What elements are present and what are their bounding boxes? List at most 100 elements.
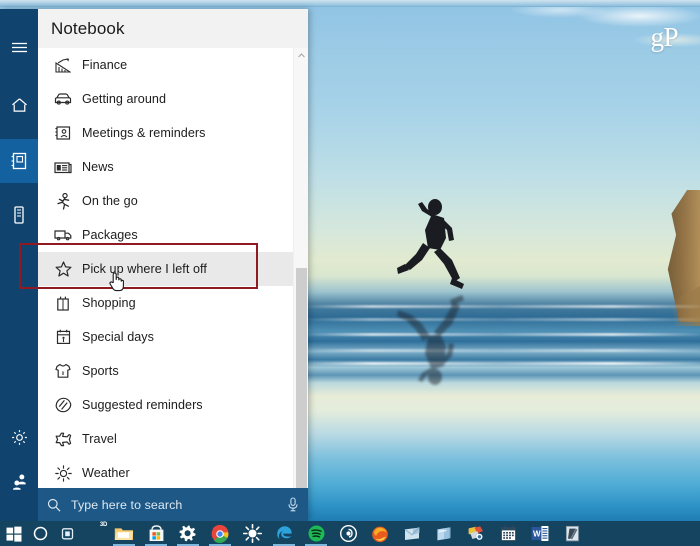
- list-item-news[interactable]: News: [38, 150, 293, 184]
- scrollbar-track[interactable]: [294, 63, 309, 488]
- runner-reflection: [397, 295, 464, 385]
- taskbar-item-microsoft-store[interactable]: [140, 521, 172, 546]
- taskbar-item-brightness[interactable]: [236, 521, 268, 546]
- notebook-list-wrapper: Finance Getting around Meetings & remind…: [38, 48, 308, 488]
- surf-foam: [300, 318, 700, 321]
- scroll-up-arrow-icon[interactable]: [294, 48, 309, 63]
- sidebar-item-devices[interactable]: [0, 193, 38, 237]
- sun-burst-icon: [242, 524, 262, 543]
- groove-music-icon: [339, 525, 357, 542]
- handshake-icon: [50, 395, 76, 415]
- list-item-label: Sports: [82, 364, 119, 378]
- list-item-label: Packages: [82, 228, 138, 242]
- jersey-icon: [50, 361, 76, 381]
- car-icon: [50, 89, 76, 109]
- gear-icon: [11, 429, 27, 445]
- taskbar-item-photos[interactable]: [460, 521, 492, 546]
- cortana-left-rail: [0, 9, 38, 521]
- taskbar-item-cortana[interactable]: [27, 521, 54, 546]
- list-item-weather[interactable]: Weather: [38, 456, 293, 488]
- microsoft-store-icon: [149, 525, 163, 541]
- list-item-travel[interactable]: Travel: [38, 422, 293, 456]
- task-view-icon: [61, 527, 74, 539]
- taskbar-item-sticky-notes[interactable]: [556, 521, 588, 546]
- taskbar-item-word[interactable]: W: [524, 521, 556, 546]
- calendar-icon: [50, 327, 76, 347]
- notebook-scrollbar[interactable]: [293, 48, 308, 488]
- hamburger-menu-icon: [11, 42, 27, 52]
- mail-app-icon: [404, 526, 420, 540]
- photos-icon: [468, 526, 483, 540]
- background-window-edge: [0, 0, 700, 7]
- list-item-label: Shopping: [82, 296, 136, 310]
- taskbar-item-paint-3d[interactable]: 3D: [81, 521, 108, 546]
- taskbar-item-firefox[interactable]: [364, 521, 396, 546]
- list-item-pick-up-where-i-left-off[interactable]: Pick up where I left off: [38, 252, 293, 286]
- list-item-label: Getting around: [82, 92, 167, 106]
- taskbar-item-task-view[interactable]: [54, 521, 81, 546]
- runner-silhouette: [397, 199, 464, 289]
- edge-icon: [277, 525, 292, 539]
- taskbar-item-mail[interactable]: [396, 521, 428, 546]
- shopping-bag-icon: [50, 293, 76, 313]
- calendar-app-icon: [500, 525, 516, 542]
- list-item-suggested-reminders[interactable]: Suggested reminders: [38, 388, 293, 422]
- panel-header: Notebook: [38, 9, 308, 48]
- list-item-label: Special days: [82, 330, 155, 344]
- list-item-special-days[interactable]: Special days: [38, 320, 293, 354]
- list-item-on-the-go[interactable]: On the go: [38, 184, 293, 218]
- windows-taskbar: 3D W: [0, 521, 700, 546]
- home-icon: [11, 98, 27, 112]
- list-item-shopping[interactable]: Shopping: [38, 286, 293, 320]
- taskbar-item-onenote[interactable]: [428, 521, 460, 546]
- taskbar-item-spotify[interactable]: [300, 521, 332, 546]
- list-item-finance[interactable]: Finance: [38, 48, 293, 82]
- sidebar-item-settings[interactable]: [0, 415, 38, 459]
- sidebar-item-feedback[interactable]: [0, 459, 38, 503]
- list-item-sports[interactable]: Sports: [38, 354, 293, 388]
- taskbar-item-calendar[interactable]: [492, 521, 524, 546]
- gear-icon: [179, 525, 196, 541]
- notebook-icon: [11, 152, 27, 170]
- taskbar-item-start[interactable]: [0, 521, 27, 546]
- list-item-meetings-reminders[interactable]: Meetings & reminders: [38, 116, 293, 150]
- taskbar-item-chrome[interactable]: [204, 521, 236, 546]
- devices-icon: [14, 206, 24, 224]
- taskbar-item-settings[interactable]: [172, 521, 204, 546]
- spotify-icon: [308, 525, 324, 542]
- windows-start-icon: [6, 526, 21, 542]
- list-item-label: Suggested reminders: [82, 398, 203, 412]
- list-item-label: Meetings & reminders: [82, 126, 206, 140]
- image-watermark: gP: [650, 22, 678, 52]
- list-item-label: Finance: [82, 58, 128, 72]
- cortana-circle-icon: [33, 526, 48, 541]
- taskbar-search-box[interactable]: Type here to search: [38, 488, 308, 521]
- surf-foam: [300, 349, 700, 352]
- scrollbar-thumb[interactable]: [295, 268, 307, 488]
- surf-foam: [300, 305, 700, 308]
- search-input-placeholder[interactable]: Type here to search: [71, 498, 287, 512]
- svg-text:W: W: [533, 530, 541, 539]
- list-item-getting-around[interactable]: Getting around: [38, 82, 293, 116]
- taskbar-item-edge[interactable]: [268, 521, 300, 546]
- sun-icon: [50, 463, 76, 483]
- microphone-icon[interactable]: [287, 497, 299, 512]
- sidebar-item-home[interactable]: [0, 83, 38, 127]
- finance-chart-icon: [50, 55, 76, 75]
- page-title: Notebook: [51, 18, 125, 38]
- list-item-packages[interactable]: Packages: [38, 218, 293, 252]
- sidebar-item-notebook[interactable]: [0, 139, 38, 183]
- notebook-panel: Notebook Finance Getting around Meetings…: [38, 9, 308, 521]
- magnifier-icon: [47, 498, 61, 512]
- meeting-board-icon: [50, 123, 76, 143]
- file-explorer-icon: [114, 527, 134, 540]
- onenote-icon: [437, 526, 451, 540]
- package-truck-icon: [50, 225, 76, 245]
- feedback-people-icon: [12, 474, 26, 490]
- word-icon: W: [531, 526, 549, 541]
- taskbar-item-groove-music[interactable]: [332, 521, 364, 546]
- taskbar-item-file-explorer[interactable]: [108, 521, 140, 546]
- sidebar-item-hamburger[interactable]: [0, 25, 38, 69]
- cortana-notebook-flyout: Notebook Finance Getting around Meetings…: [0, 9, 308, 521]
- surf-foam: [300, 362, 700, 365]
